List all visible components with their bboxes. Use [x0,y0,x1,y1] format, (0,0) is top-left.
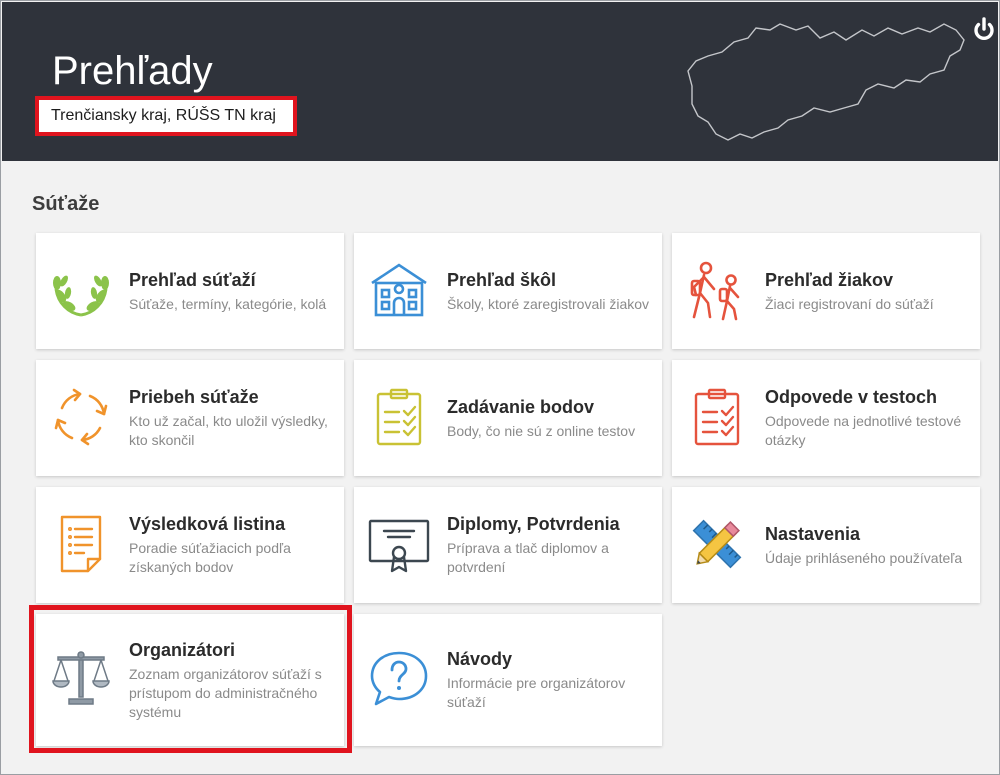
card-title: Prehľad škôl [447,269,556,290]
scales-icon [52,651,110,705]
power-button[interactable] [971,16,997,44]
card-description: Príprava a tlač diplomov a potvrdení [447,540,609,575]
page-header: Prehľady Trenčiansky kraj, RÚŠS TN kraj [2,2,998,161]
card-description: Poradie súťažiacich podľa získaných bodo… [129,540,291,575]
card-description: Žiaci registrovaní do súťaží [765,295,934,312]
card-title: Organizátori [129,639,236,660]
ruler-pencil-icon [692,519,742,569]
card-title: Zadávanie bodov [447,396,595,417]
laurel-wreath-icon [53,275,109,317]
card-description: Kto už začal, kto uložil výsledky, kto s… [129,413,328,448]
region-label: Trenčiansky kraj, RÚŠS TN kraj [51,107,276,124]
region-box: Trenčiansky kraj, RÚŠS TN kraj [35,96,297,136]
app-frame: Prehľady Trenčiansky kraj, RÚŠS TN kraj … [0,0,1000,775]
card-description: Súťaže, termíny, kategórie, kolá [129,295,327,312]
card-priebeh-sutaze[interactable]: Priebeh súťaže Kto už začal, kto uložil … [36,360,344,476]
clipboard-check-icon [376,388,422,446]
card-title: Návody [447,649,513,669]
card-description: Údaje prihláseného používateľa [765,549,963,566]
card-prehlad-skol[interactable]: Prehľad škôl Školy, ktoré zaregistrovali… [354,233,662,349]
card-zadavanie-bodov[interactable]: Zadávanie bodov Body, čo nie sú z online… [354,360,662,476]
card-title: Diplomy, Potvrdenia [447,514,620,534]
card-organizatori[interactable]: Organizátori Zoznam organizátorov súťaží… [36,614,344,746]
power-icon [974,17,994,40]
card-title: Prehľad žiakov [765,269,893,290]
refresh-arrows-icon [54,388,108,446]
certificate-icon [368,519,430,573]
card-title: Odpovede v testoch [765,387,938,407]
section-title: Súťaže [32,193,100,215]
card-prehlad-ziakov[interactable]: Prehľad žiakov Žiaci registrovaní do súť… [672,233,980,349]
card-prehlad-sutazi[interactable]: Prehľad súťaží Súťaže, termíny, kategóri… [36,233,344,349]
card-title: Prehľad súťaží [129,269,256,290]
card-nastavenia[interactable]: Nastavenia Údaje prihláseného používateľ… [672,487,980,603]
slovakia-map-icon [687,23,965,141]
card-description: Školy, ktoré zaregistrovali žiakov [447,295,650,312]
students-walking-icon [690,261,740,321]
card-diplomy-potvrdenia[interactable]: Diplomy, Potvrdenia Príprava a tlač dipl… [354,487,662,603]
card-odpovede-v-testoch[interactable]: Odpovede v testoch Odpovede na jednotliv… [672,360,980,476]
card-description: Zoznam organizátorov súťaží s prístupom … [129,665,322,720]
document-list-icon [60,515,102,573]
page-title: Prehľady [52,49,213,93]
question-bubble-icon [370,651,428,706]
card-title: Nastavenia [765,523,861,544]
card-description: Informácie pre organizátorov súťaží [447,675,626,710]
clipboard-check-icon [694,388,740,446]
card-title: Výsledková listina [129,514,286,534]
card-description: Odpovede na jednotlivé testové otázky [765,413,962,448]
card-navody[interactable]: Návody Informácie pre organizátorov súťa… [354,614,662,746]
card-vysledkova-listina[interactable]: Výsledková listina Poradie súťažiacich p… [36,487,344,603]
school-building-icon [371,263,427,317]
card-description: Body, čo nie sú z online testov [447,422,636,439]
card-title: Priebeh súťaže [129,387,259,407]
